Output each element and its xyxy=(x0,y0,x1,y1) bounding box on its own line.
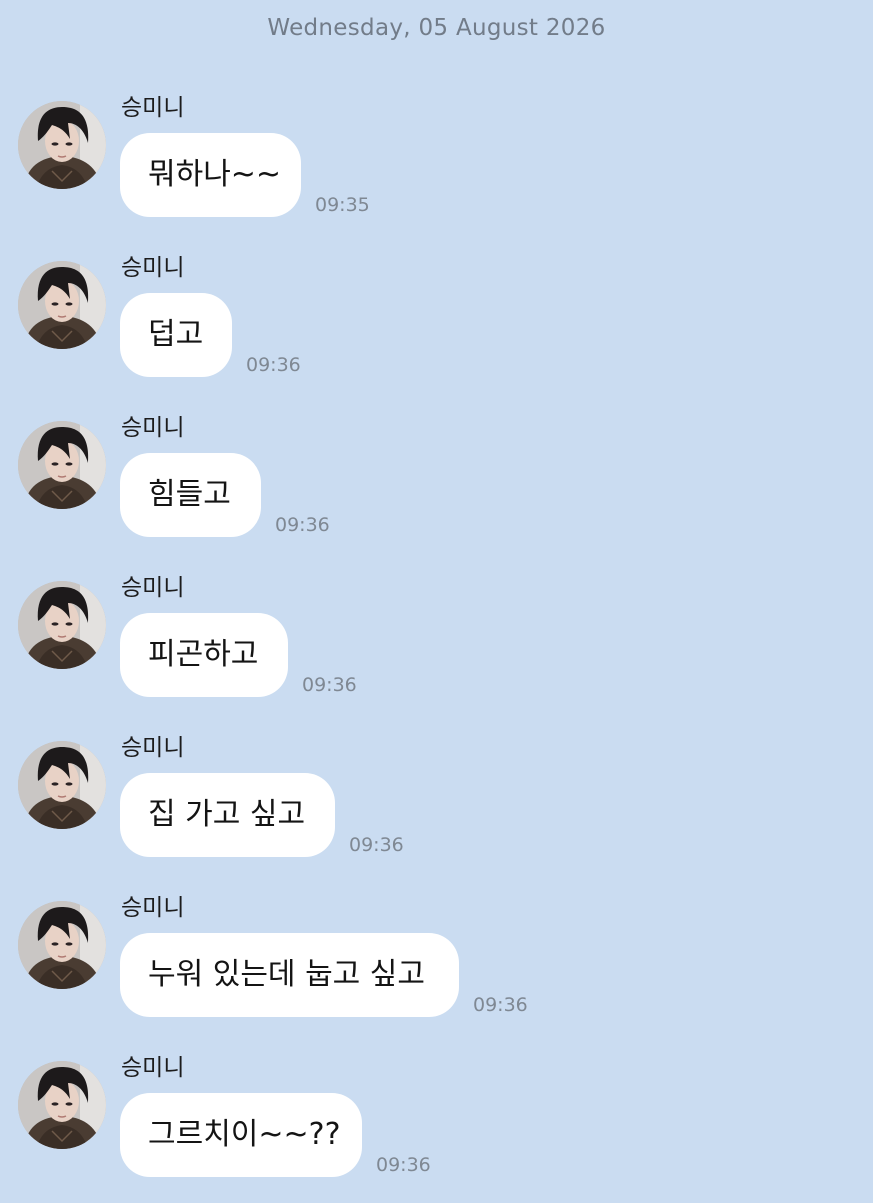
sender-name: 승미니 xyxy=(121,575,185,601)
sender-avatar-icon[interactable] xyxy=(18,901,106,989)
message-row: 승미니덥고 09:36 xyxy=(0,253,873,403)
sender-name: 승미니 xyxy=(121,1055,185,1081)
message-row: 승미니힘들고 09:36 xyxy=(0,413,873,563)
message-row: 승미니뭐하나~~ 09:35 xyxy=(0,93,873,243)
message-timestamp: 09:36 xyxy=(349,834,404,856)
sender-avatar-icon[interactable] xyxy=(18,581,106,669)
message-timestamp: 09:36 xyxy=(302,674,357,696)
message-timestamp: 09:35 xyxy=(315,194,370,216)
message-bubble[interactable]: 누워 있는데 눕고 싶고 xyxy=(120,933,459,1017)
message-row: 승미니그르치이~~?? 09:36 xyxy=(0,1053,873,1203)
sender-avatar-icon[interactable] xyxy=(18,421,106,509)
sender-avatar-icon[interactable] xyxy=(18,1061,106,1149)
message-bubble[interactable]: 집 가고 싶고 xyxy=(120,773,335,857)
sender-name: 승미니 xyxy=(121,415,185,441)
sender-avatar-icon[interactable] xyxy=(18,261,106,349)
message-timestamp: 09:36 xyxy=(376,1154,431,1176)
chat-view[interactable]: Wednesday, 05 August 2026 승미니 뭐하나~~ 09:35 … xyxy=(0,0,873,1200)
sender-name: 승미니 xyxy=(121,895,185,921)
sender-avatar-icon[interactable] xyxy=(18,741,106,829)
message-row: 승미니집 가고 싶고 09:36 xyxy=(0,733,873,883)
sender-name: 승미니 xyxy=(121,255,185,281)
sender-avatar-icon[interactable] xyxy=(18,101,106,189)
message-bubble[interactable]: 그르치이~~?? xyxy=(120,1093,362,1177)
message-timestamp: 09:36 xyxy=(275,514,330,536)
sender-name: 승미니 xyxy=(121,95,185,121)
message-timestamp: 09:36 xyxy=(246,354,301,376)
sender-name: 승미니 xyxy=(121,735,185,761)
message-bubble[interactable]: 피곤하고 xyxy=(120,613,288,697)
message-row: 승미니누워 있는데 눕고 싶고 09:36 xyxy=(0,893,873,1043)
message-timestamp: 09:36 xyxy=(473,994,528,1016)
message-bubble[interactable]: 뭐하나~~ xyxy=(120,133,301,217)
message-row: 승미니피곤하고 09:36 xyxy=(0,573,873,723)
message-bubble[interactable]: 힘들고 xyxy=(120,453,261,537)
date-separator: Wednesday, 05 August 2026 xyxy=(267,15,606,41)
message-bubble[interactable]: 덥고 xyxy=(120,293,232,377)
